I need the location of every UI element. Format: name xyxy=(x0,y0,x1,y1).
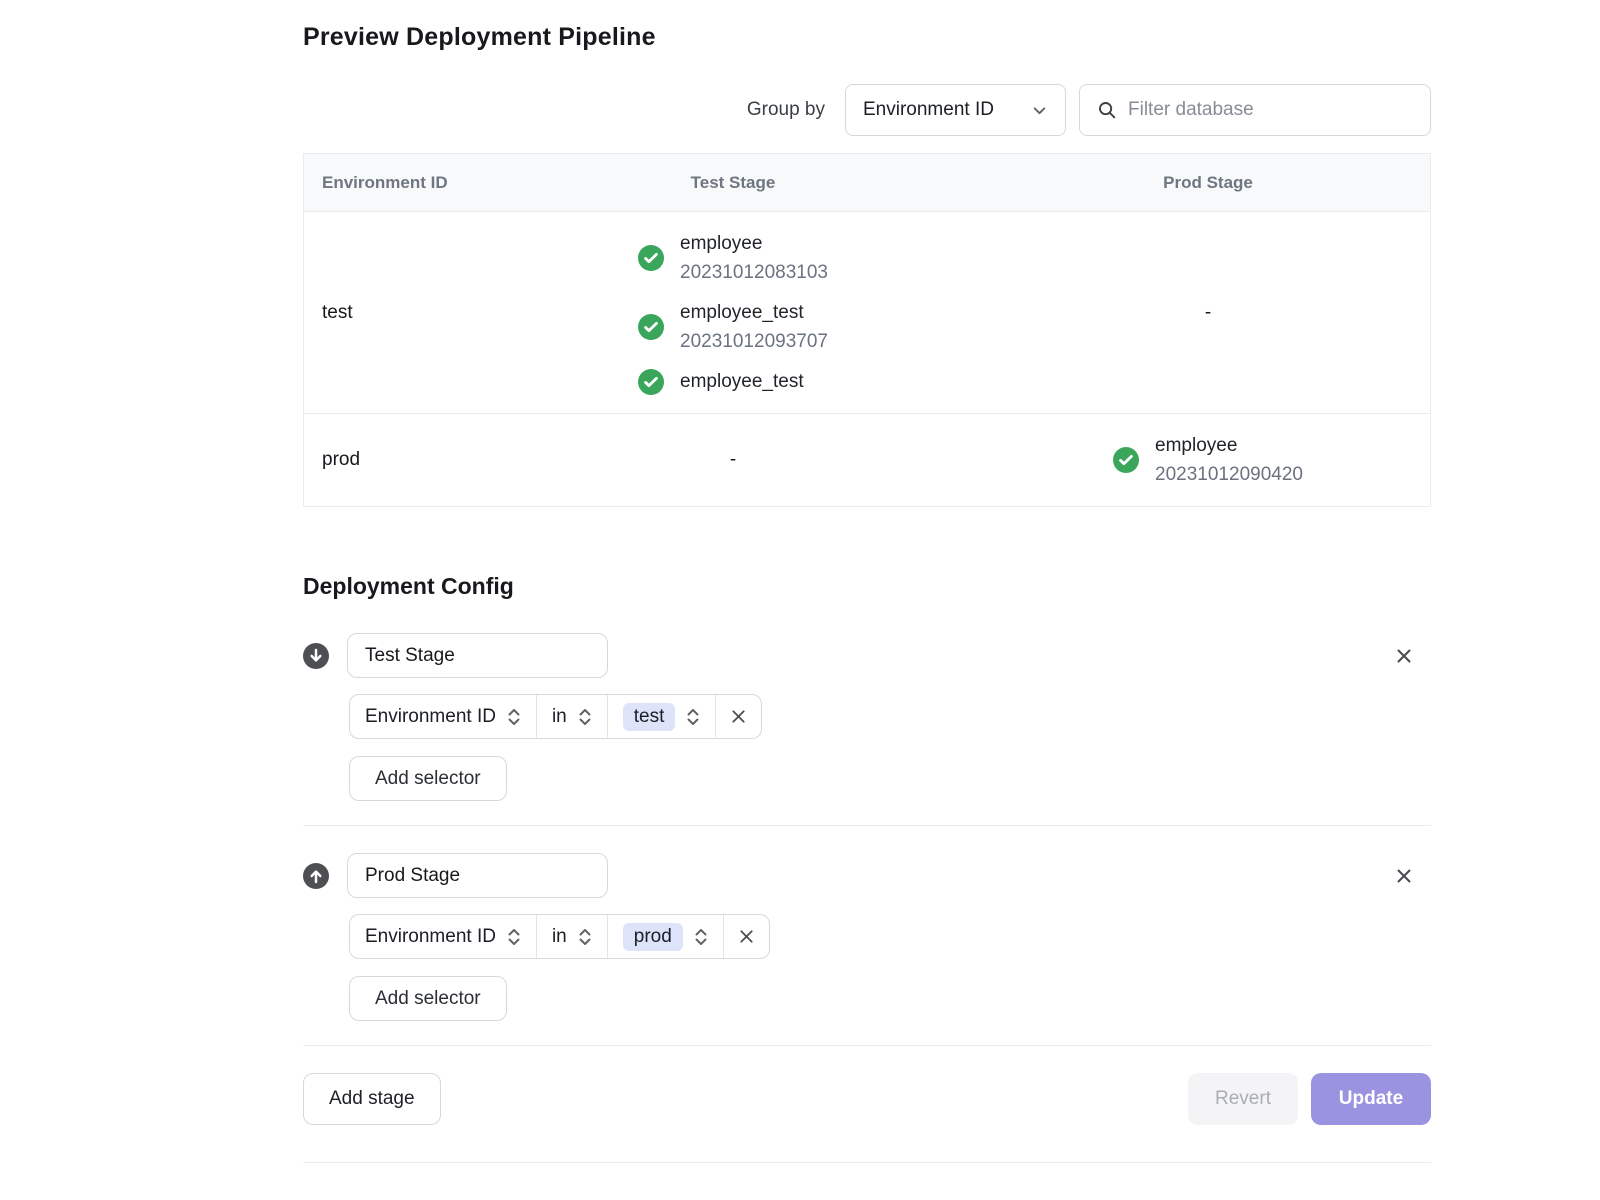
unfold-chevrons-icon xyxy=(578,926,592,948)
arrow-down-circle-icon xyxy=(303,643,329,669)
selector-key-value: Environment ID xyxy=(365,706,496,728)
close-icon xyxy=(1394,646,1414,666)
selector-operator-value: in xyxy=(552,926,567,948)
update-button[interactable]: Update xyxy=(1311,1073,1431,1125)
database-version: 20231012090420 xyxy=(1155,460,1303,489)
selector-key-dropdown[interactable]: Environment ID xyxy=(350,915,536,958)
deployment-entry: employee 20231012083103 xyxy=(638,229,828,287)
close-icon xyxy=(729,707,748,726)
column-header-environment-id: Environment ID xyxy=(304,154,480,211)
database-name: employee_test xyxy=(680,367,804,396)
table-row-prod: prod - employee 20231012090420 xyxy=(304,413,1430,506)
selector-row: Environment ID in prod xyxy=(349,914,770,959)
add-selector-button[interactable]: Add selector xyxy=(349,756,507,801)
database-info: employee 20231012083103 xyxy=(680,229,828,287)
deployment-entry: employee_test 20231012093707 xyxy=(638,298,828,356)
close-icon xyxy=(737,927,756,946)
prod-stage-cell: employee 20231012090420 xyxy=(986,414,1430,506)
stage-name-input[interactable] xyxy=(347,853,608,898)
remove-selector-button[interactable] xyxy=(715,695,761,738)
add-stage-button[interactable]: Add stage xyxy=(303,1073,441,1125)
env-id-cell: prod xyxy=(304,414,480,506)
unfold-chevrons-icon xyxy=(507,926,521,948)
selector-operator-dropdown[interactable]: in xyxy=(536,695,607,738)
pipeline-table: Environment ID Test Stage Prod Stage tes… xyxy=(303,153,1431,507)
database-info: employee 20231012090420 xyxy=(1155,431,1303,489)
group-by-selected-value: Environment ID xyxy=(863,99,994,121)
test-stage-empty-cell: - xyxy=(480,414,986,506)
database-name: employee xyxy=(1155,431,1303,460)
search-icon xyxy=(1097,100,1117,120)
actions-right-group: Revert Update xyxy=(1188,1073,1431,1125)
unfold-chevrons-icon xyxy=(686,706,700,728)
check-circle-icon xyxy=(638,245,664,271)
database-version: 20231012083103 xyxy=(680,258,828,287)
database-name: employee xyxy=(680,229,828,258)
database-info: employee_test 20231012093707 xyxy=(680,298,828,356)
stage-config-prod xyxy=(303,853,1431,898)
filter-database-search[interactable] xyxy=(1079,84,1431,136)
config-actions: Add stage Revert Update xyxy=(303,1073,1431,1125)
selector-row: Environment ID in test xyxy=(349,694,762,739)
chevron-down-icon xyxy=(1031,102,1048,119)
add-selector-button[interactable]: Add selector xyxy=(349,976,507,1021)
database-info: employee_test xyxy=(680,367,804,396)
deployment-pipeline-page: Preview Deployment Pipeline Group by Env… xyxy=(303,0,1431,1163)
unfold-chevrons-icon xyxy=(694,926,708,948)
prod-stage-empty-cell: - xyxy=(986,212,1430,413)
close-icon xyxy=(1394,866,1414,886)
deployment-entry-list: employee 20231012083103 employee_test 20… xyxy=(638,229,828,396)
selector-operator-dropdown[interactable]: in xyxy=(536,915,607,958)
table-header-row: Environment ID Test Stage Prod Stage xyxy=(304,154,1430,211)
deployment-entry: employee 20231012090420 xyxy=(1113,431,1303,489)
deployment-entry: employee_test xyxy=(638,367,804,396)
search-input[interactable] xyxy=(1128,99,1413,121)
unfold-chevrons-icon xyxy=(578,706,592,728)
remove-selector-button[interactable] xyxy=(723,915,769,958)
stage-name-input[interactable] xyxy=(347,633,608,678)
stage-config-test xyxy=(303,633,1431,678)
group-by-select[interactable]: Environment ID xyxy=(845,84,1066,136)
group-by-label: Group by xyxy=(747,99,825,121)
revert-button[interactable]: Revert xyxy=(1188,1073,1298,1125)
selector-operator-value: in xyxy=(552,706,567,728)
env-id-cell: test xyxy=(304,212,480,413)
table-row-test: test employee 20231012083103 xyxy=(304,211,1430,413)
page-title: Preview Deployment Pipeline xyxy=(303,0,1431,52)
deployment-config-title: Deployment Config xyxy=(303,573,1431,600)
column-header-prod-stage: Prod Stage xyxy=(986,154,1430,211)
selector-key-dropdown[interactable]: Environment ID xyxy=(350,695,536,738)
database-version: 20231012093707 xyxy=(680,327,828,356)
selector-value-dropdown[interactable]: test xyxy=(607,695,716,738)
check-circle-icon xyxy=(1113,447,1139,473)
divider xyxy=(303,1162,1431,1163)
selector-value-dropdown[interactable]: prod xyxy=(607,915,723,958)
selector-value-chip: test xyxy=(623,703,676,731)
divider xyxy=(303,1045,1431,1046)
column-header-test-stage: Test Stage xyxy=(480,154,986,211)
table-toolbar: Group by Environment ID xyxy=(303,84,1431,136)
arrow-up-circle-icon xyxy=(303,863,329,889)
test-stage-cell: employee 20231012083103 employee_test 20… xyxy=(480,212,986,413)
remove-stage-button[interactable] xyxy=(1390,862,1418,890)
check-circle-icon xyxy=(638,369,664,395)
check-circle-icon xyxy=(638,314,664,340)
unfold-chevrons-icon xyxy=(507,706,521,728)
selector-key-value: Environment ID xyxy=(365,926,496,948)
selector-value-chip: prod xyxy=(623,923,683,951)
database-name: employee_test xyxy=(680,298,828,327)
divider xyxy=(303,825,1431,826)
remove-stage-button[interactable] xyxy=(1390,642,1418,670)
